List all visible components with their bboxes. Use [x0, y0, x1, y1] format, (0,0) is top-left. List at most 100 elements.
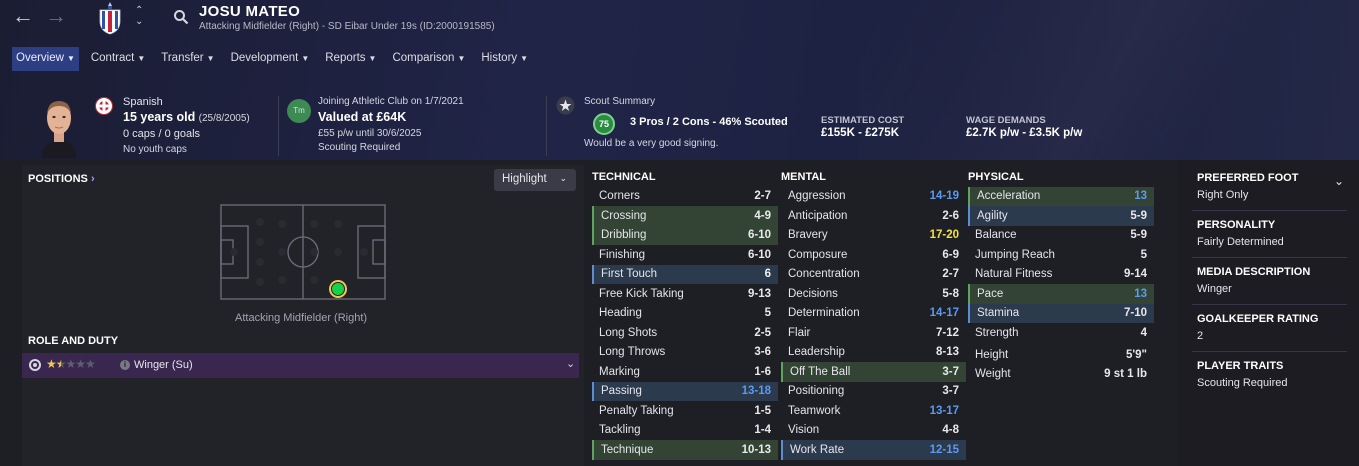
joining-info[interactable]: Joining Athletic Club on 1/7/2021 — [318, 96, 464, 107]
mental-attr-row[interactable]: Decisions 5-8 — [781, 284, 966, 304]
technical-attr-row[interactable]: Passing 13-18 — [592, 381, 778, 401]
technical-attr-row[interactable]: Corners 2-7 — [592, 187, 778, 207]
player-value: Valued at £64K — [318, 110, 407, 124]
estimated-cost: £155K - £275K — [821, 127, 899, 139]
scouting-status: Scouting Required — [318, 142, 401, 153]
divider — [278, 96, 279, 156]
physical-attr-row[interactable]: Strength 4 — [968, 323, 1154, 343]
attr-value: 5-8 — [942, 287, 959, 300]
attr-value: 6-9 — [942, 248, 959, 261]
forward-arrow-icon[interactable]: → — [45, 3, 67, 29]
technical-attr-row[interactable]: Technique 10-13 — [592, 440, 778, 460]
tab-reports[interactable]: Reports ▼ — [321, 47, 380, 71]
physical-attr-row[interactable]: Agility 5-9 — [968, 206, 1154, 226]
technical-attr-row[interactable]: Long Shots 2-5 — [592, 323, 778, 343]
mental-attr-row[interactable]: Work Rate 12-15 — [781, 440, 966, 460]
info-icon[interactable]: i — [120, 360, 130, 370]
attr-value: 13-18 — [741, 385, 771, 398]
mental-attr-row[interactable]: Off The Ball 3-7 — [781, 362, 966, 382]
scout-summary[interactable]: 3 Pros / 2 Cons - 46% Scouted — [630, 116, 788, 128]
attr-value: 2-6 — [942, 209, 959, 222]
mental-attr-row[interactable]: Composure 6-9 — [781, 245, 966, 265]
detail-label: GOALKEEPER RATING — [1197, 313, 1319, 325]
attr-name: Stamina — [977, 307, 1020, 320]
technical-attr-row[interactable]: Tackling 1-4 — [592, 421, 778, 441]
positions-title[interactable]: POSITIONS › — [28, 173, 95, 185]
mental-attr-row[interactable]: Teamwork 13-17 — [781, 401, 966, 421]
physical-attr-row[interactable]: Balance 5-9 — [968, 226, 1154, 246]
tab-transfer[interactable]: Transfer ▼ — [157, 47, 218, 71]
wage-demands: £2.7K p/w - £3.5K p/w — [966, 127, 1083, 139]
role-radio[interactable] — [29, 359, 41, 371]
divider — [546, 96, 547, 156]
mental-attr-row[interactable]: Leadership 8-13 — [781, 343, 966, 363]
attr-value: 1-6 — [754, 365, 771, 378]
attr-name: Determination — [788, 307, 860, 320]
chevron-down-icon[interactable]: ⌄ — [1334, 174, 1344, 188]
contract-wage: £55 p/w until 30/6/2025 — [318, 128, 422, 139]
pitch-diagram — [220, 204, 386, 300]
mental-attr-row[interactable]: Flair 7-12 — [781, 323, 966, 343]
detail-value: Right Only — [1197, 189, 1249, 201]
physical-attr-row[interactable]: Pace 13 — [968, 284, 1154, 304]
mental-attr-row[interactable]: Positioning 3-7 — [781, 382, 966, 402]
mental-attr-row[interactable]: Anticipation 2-6 — [781, 206, 966, 226]
mental-attr-row[interactable]: Vision 4-8 — [781, 421, 966, 441]
technical-attr-row[interactable]: First Touch 6 — [592, 264, 778, 284]
technical-attr-row[interactable]: Free Kick Taking 9-13 — [592, 284, 778, 304]
back-arrow-icon[interactable]: ← — [12, 3, 34, 29]
technical-attr-row[interactable]: Marking 1-6 — [592, 362, 778, 382]
mental-attr-row[interactable]: Concentration 2-7 — [781, 265, 966, 285]
attr-value: 2-7 — [942, 268, 959, 281]
highlight-dropdown[interactable]: Highlight ⌄ — [494, 169, 576, 191]
height-row: Height 5'9" — [975, 348, 1147, 361]
attr-value: 4 — [1140, 326, 1147, 339]
scout-note: Would be a very good signing. — [584, 138, 719, 149]
technical-attr-row[interactable]: Long Throws 3-6 — [592, 343, 778, 363]
technical-attr-row[interactable]: Finishing 6-10 — [592, 245, 778, 265]
attr-value: 3-7 — [942, 365, 959, 378]
role-row[interactable] — [22, 353, 579, 378]
attr-name: Long Throws — [599, 346, 666, 359]
technical-attr-row[interactable]: Crossing 4-9 — [592, 206, 778, 226]
tab-overview[interactable]: Overview ▼ — [12, 47, 79, 71]
scout-summary-title: Scout Summary — [584, 96, 656, 107]
tab-comparison[interactable]: Comparison ▼ — [388, 47, 469, 71]
attr-value: 2-7 — [754, 190, 771, 203]
physical-attr-row[interactable]: Jumping Reach 5 — [968, 245, 1154, 265]
technical-attr-row[interactable]: Heading 5 — [592, 304, 778, 324]
scout-rating-badge: 75 — [593, 113, 615, 135]
physical-attr-row[interactable]: Natural Fitness 9-14 — [968, 265, 1154, 285]
player-portrait — [42, 101, 76, 158]
physical-attr-row[interactable]: Acceleration 13 — [968, 186, 1154, 206]
search-icon[interactable] — [173, 9, 189, 25]
tab-history[interactable]: History ▼ — [477, 47, 532, 71]
attr-value: 1-4 — [754, 424, 771, 437]
attr-name: Flair — [788, 326, 811, 339]
technical-attr-row[interactable]: Penalty Taking 1-5 — [592, 401, 778, 421]
tab-development[interactable]: Development ▼ — [227, 47, 314, 71]
estimated-cost-label: ESTIMATED COST — [821, 115, 905, 126]
mental-attr-row[interactable]: Bravery 17-20 — [781, 226, 966, 246]
star-icon — [556, 96, 575, 115]
attr-value: 5 — [764, 307, 771, 320]
physical-attr-row[interactable]: Stamina 7-10 — [968, 303, 1154, 323]
attr-name: Natural Fitness — [975, 268, 1053, 281]
position-label: Attacking Midfielder (Right) — [235, 312, 368, 324]
attr-value: 1-5 — [754, 404, 771, 417]
mental-attr-row[interactable]: Determination 14-17 — [781, 304, 966, 324]
technical-attr-row[interactable]: Dribbling 6-10 — [592, 225, 778, 245]
attr-value: 9-13 — [747, 287, 771, 300]
attr-name: Composure — [788, 248, 848, 261]
mental-attr-row[interactable]: Aggression 14-19 — [781, 187, 966, 207]
attr-value: 5-9 — [1130, 229, 1147, 242]
detail-value: Winger — [1197, 283, 1232, 295]
chevron-down-icon[interactable]: ⌄ — [566, 357, 575, 370]
player-switch-icon[interactable]: ⌃ ⌄ — [135, 5, 143, 27]
weight-row: Weight 9 st 1 lb — [975, 367, 1147, 380]
tab-contract[interactable]: Contract ▼ — [87, 47, 149, 71]
role-name: Winger (Su) — [134, 359, 193, 371]
attr-name: Decisions — [788, 287, 838, 300]
attr-name: Corners — [599, 190, 640, 203]
detail-label: PREFERRED FOOT — [1197, 172, 1299, 184]
